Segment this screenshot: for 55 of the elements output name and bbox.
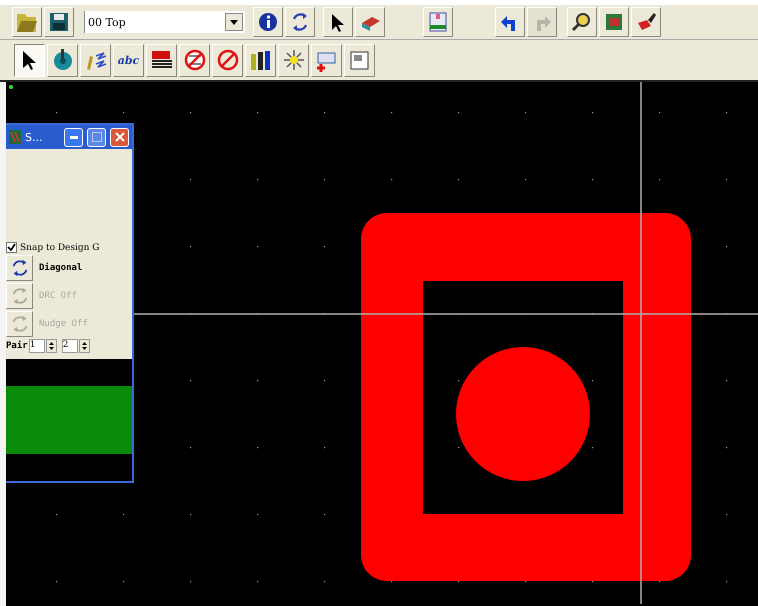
spin-field[interactable]: 1 <box>28 339 45 353</box>
layer-dropdown[interactable]: 00 Top <box>84 11 245 33</box>
pointer-button[interactable] <box>323 7 353 37</box>
close-icon <box>114 132 124 142</box>
save-button[interactable] <box>44 7 74 37</box>
text-tool-button[interactable]: abc <box>113 44 144 76</box>
shape-button[interactable] <box>355 7 385 37</box>
open-icon <box>16 11 38 33</box>
toggle-label: Diagonal <box>39 263 82 273</box>
pencil-tool-button[interactable] <box>80 44 111 76</box>
info-icon <box>257 11 279 33</box>
spin-buttons[interactable] <box>78 339 90 353</box>
spin-field[interactable]: 2 <box>62 339 78 353</box>
origin-marker <box>9 85 13 89</box>
maximize-icon <box>92 132 102 142</box>
noroute-icon <box>182 48 206 72</box>
pointer-tool-button[interactable] <box>14 44 45 76</box>
minimize-button[interactable] <box>64 128 83 146</box>
toggle-button[interactable] <box>6 255 33 281</box>
maximize-button[interactable] <box>87 128 106 146</box>
window-title: S... <box>25 130 44 144</box>
spin-buttons[interactable] <box>46 339 57 353</box>
spark-icon <box>282 48 306 72</box>
paint-button[interactable] <box>631 7 661 37</box>
paint-icon <box>635 11 657 33</box>
layer-value: 00 Top <box>87 16 126 28</box>
sheet-tool-button[interactable] <box>344 44 375 76</box>
chip-icon <box>603 11 625 33</box>
layers-tool-button[interactable] <box>146 44 177 76</box>
spark-tool-button[interactable] <box>278 44 309 76</box>
zoom-button[interactable] <box>567 7 597 37</box>
toggle-label: Nudge Off <box>39 319 88 329</box>
bars-icon <box>248 48 272 72</box>
close-button[interactable] <box>110 128 129 146</box>
minimize-icon <box>70 136 78 138</box>
zoom-icon <box>571 11 593 33</box>
disc-tool-button[interactable] <box>47 44 78 76</box>
refresh-button[interactable] <box>285 7 315 37</box>
checkbox[interactable] <box>6 242 17 253</box>
board-button[interactable] <box>423 7 453 37</box>
snap-checkbox[interactable]: Snap to Design G <box>6 242 132 253</box>
info-button[interactable] <box>253 7 283 37</box>
pair-label: Pair <box>6 341 28 351</box>
save-icon <box>48 11 70 33</box>
noroute-tool-button[interactable] <box>179 44 210 76</box>
open-button[interactable] <box>12 7 42 37</box>
toggle-label: DRC Off <box>39 291 77 301</box>
forbid-icon <box>216 48 240 72</box>
undo-button[interactable] <box>495 7 525 37</box>
plot-tool-button[interactable] <box>311 44 342 76</box>
board-icon <box>427 11 449 33</box>
chip-button[interactable] <box>599 7 629 37</box>
bars-tool-button[interactable] <box>245 44 276 76</box>
forbid-tool-button[interactable] <box>212 44 243 76</box>
app-icon <box>9 130 21 144</box>
